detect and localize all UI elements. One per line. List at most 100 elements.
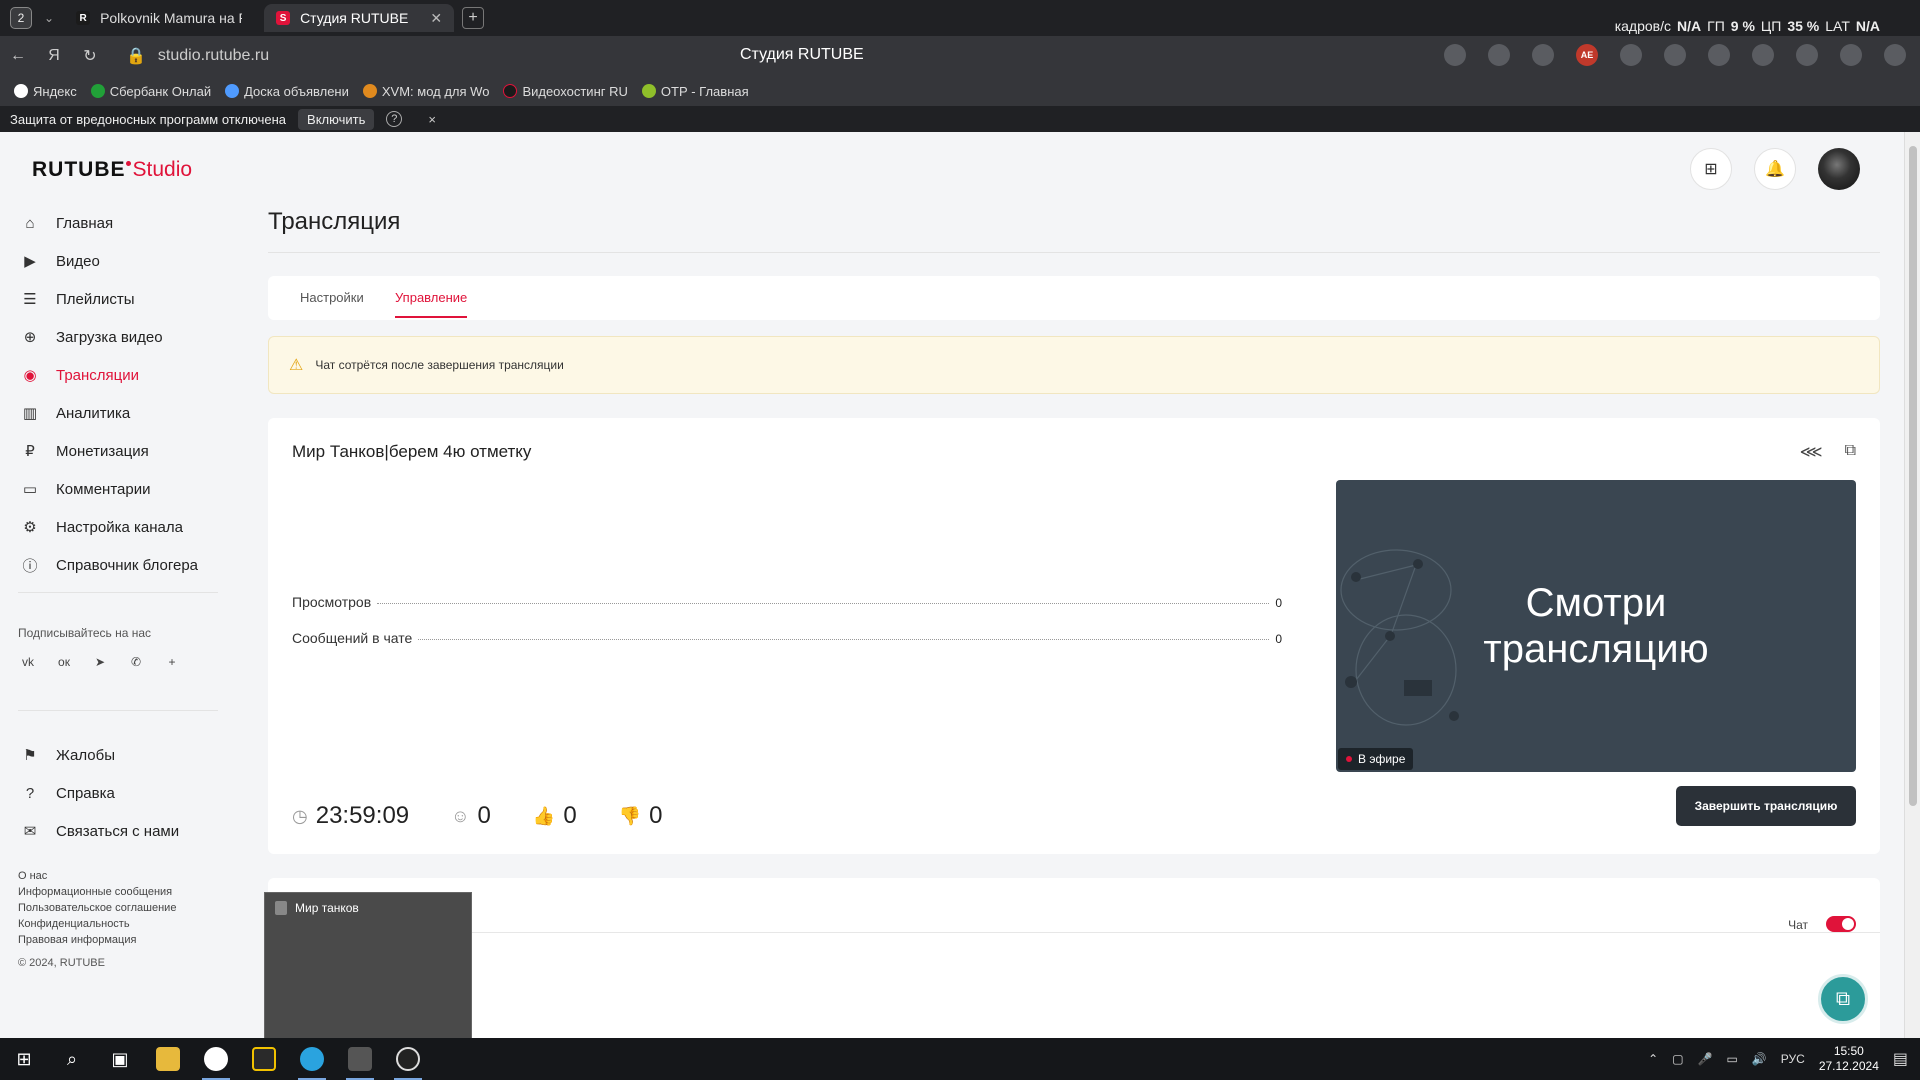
support-chat-button[interactable]: ⧉ (1818, 974, 1868, 1024)
extension-icon[interactable] (1796, 44, 1818, 66)
back-icon[interactable]: ← (0, 47, 36, 65)
browser-tab-1[interactable]: R Polkovnik Mamura на RUT (64, 4, 254, 32)
page-scrollbar[interactable] (1904, 132, 1920, 1038)
add-content-button[interactable]: ⊞ (1690, 148, 1732, 190)
sidebar-item-analytics[interactable]: ▥ Аналитика (20, 394, 198, 432)
adblock-icon[interactable]: AE (1576, 44, 1598, 66)
url-field[interactable]: 🔒 studio.rutube.ru (126, 46, 269, 66)
language-indicator[interactable]: РУС (1781, 1052, 1805, 1066)
chat-toggle[interactable] (1826, 916, 1856, 932)
tab-management[interactable]: Управление (395, 290, 467, 305)
warning-icon: ⚠ (289, 357, 304, 374)
game-center-button[interactable] (336, 1038, 384, 1080)
tab-settings[interactable]: Настройки (300, 290, 364, 305)
bookmark-sber[interactable]: Сбербанк Онлай (90, 84, 211, 99)
extension-icon[interactable] (1708, 44, 1730, 66)
page-title: Трансляция (268, 208, 401, 235)
tray-app-icon[interactable]: ▢ (1672, 1052, 1683, 1066)
viber-icon[interactable]: ✆ (126, 652, 146, 672)
start-button[interactable]: ⊞ (0, 1038, 48, 1080)
footer-link-about[interactable]: О нас (18, 868, 176, 884)
tab-counter[interactable]: 2 (10, 7, 32, 29)
rutube-studio-logo[interactable]: RUTUBE Studio (32, 158, 192, 182)
sidebar-item-broadcasts[interactable]: ◉ Трансляции (20, 356, 198, 394)
close-tab-icon[interactable]: ✕ (430, 10, 442, 27)
reload-icon[interactable]: ↻ (72, 46, 108, 66)
notifications-button[interactable]: 🔔 (1754, 148, 1796, 190)
obs-button[interactable] (384, 1038, 432, 1080)
dotted-leader (418, 639, 1270, 640)
sidebar-item-comments[interactable]: ▭ Комментарии (20, 470, 198, 508)
app-button[interactable] (240, 1038, 288, 1080)
preview-title: Мир танков (275, 901, 359, 915)
notifications-icon[interactable]: ▤ (1893, 1049, 1908, 1069)
chevron-down-icon[interactable]: ⌄ (44, 11, 54, 25)
help-icon[interactable]: ? (386, 111, 403, 127)
extension-icon[interactable] (1620, 44, 1642, 66)
share-icon[interactable]: ⋘ (1800, 442, 1823, 462)
new-tab-button[interactable]: + (462, 7, 485, 29)
stream-preview[interactable]: Смотри трансляцию В эфире (1336, 480, 1856, 772)
network-icon[interactable]: ▭ (1726, 1052, 1737, 1066)
sidebar-item-channel-settings[interactable]: ⚙ Настройка канала (20, 508, 198, 546)
search-button[interactable]: ⌕ (48, 1038, 96, 1080)
bookmark-yandex[interactable]: Яндекс (14, 84, 77, 99)
sidebar-item-home[interactable]: ⌂ Главная (20, 204, 198, 242)
end-stream-button[interactable]: Завершить трансляцию (1676, 786, 1856, 826)
rutube-favicon-icon: R (76, 11, 91, 25)
bookmark-avito[interactable]: Доска объявлени (225, 84, 349, 99)
sidebar-item-monetization[interactable]: ₽ Монетизация (20, 432, 198, 470)
sidebar-item-video[interactable]: ▶ Видео (20, 242, 198, 280)
extension-icon[interactable] (1664, 44, 1686, 66)
messages-value: 0 (1275, 632, 1282, 646)
browser-tab-2[interactable]: S Студия RUTUBE ✕ (264, 4, 455, 32)
studio-favicon-icon: S (276, 11, 291, 25)
tray-chevron-icon[interactable]: ⌃ (1648, 1052, 1658, 1066)
menu-dots-icon[interactable] (1488, 44, 1510, 66)
avatar[interactable] (1818, 148, 1860, 190)
help-icon: ? (25, 784, 35, 802)
yandex-icon[interactable]: Я (36, 47, 72, 65)
collections-icon[interactable] (1840, 44, 1862, 66)
metric-dislikes: 👎 0 (618, 802, 663, 829)
telegram-icon[interactable]: ➤ (90, 652, 110, 672)
footer-link-info[interactable]: Информационные сообщения (18, 884, 176, 900)
download-icon[interactable] (1884, 44, 1906, 66)
ok-icon[interactable]: ок (54, 652, 74, 672)
footer-link-privacy[interactable]: Конфиденциальность (18, 916, 176, 932)
task-view-button[interactable]: ▣ (96, 1038, 144, 1080)
bookmark-icon[interactable] (1444, 44, 1466, 66)
footer-link-legal[interactable]: Правовая информация (18, 932, 176, 948)
yandex-browser-button[interactable] (192, 1038, 240, 1080)
windows-icon: ⊞ (16, 1048, 32, 1069)
sidebar-item-playlists[interactable]: ☰ Плейлисты (20, 280, 198, 318)
analytics-icon: ▥ (22, 405, 38, 422)
metric-viewers: ☺ 0 (451, 802, 491, 829)
external-link-icon[interactable]: ⧉ (1845, 442, 1856, 462)
scrollbar-thumb[interactable] (1909, 146, 1917, 806)
sidebar-item-contact[interactable]: ✉ Связаться с нами (20, 812, 179, 850)
clock[interactable]: 15:50 27.12.2024 (1819, 1044, 1879, 1074)
enable-button[interactable]: Включить (298, 108, 375, 130)
sidebar-item-blogger-guide[interactable]: ⓘ Справочник блогера (20, 546, 198, 584)
extension-icon[interactable] (1752, 44, 1774, 66)
sidebar-item-upload[interactable]: ⊕ Загрузка видео (20, 318, 198, 356)
telegram-button[interactable] (288, 1038, 336, 1080)
volume-icon[interactable]: 🔊 (1752, 1052, 1767, 1066)
gpu-value: 9 % (1730, 18, 1755, 34)
taskbar-window-preview[interactable]: Мир танков (264, 892, 472, 1040)
sidebar-item-complaints[interactable]: ⚑ Жалобы (20, 736, 179, 774)
alice-icon[interactable] (1532, 44, 1554, 66)
close-icon[interactable]: × (428, 112, 436, 127)
broadcast-icon: ◉ (23, 367, 37, 384)
sidebar-item-help[interactable]: ? Справка (20, 774, 179, 812)
bookmark-xvm[interactable]: XVM: мод для Wo (362, 84, 489, 99)
metric-likes: 👍 0 (532, 802, 577, 829)
bookmark-rutube[interactable]: Видеохостинг RU (503, 84, 628, 99)
explorer-button[interactable] (144, 1038, 192, 1080)
more-icon[interactable]: + (162, 652, 182, 672)
vk-icon[interactable]: vk (18, 652, 38, 672)
microphone-icon[interactable]: 🎤 (1698, 1052, 1713, 1066)
bookmark-otr[interactable]: ОТР - Главная (641, 84, 749, 99)
footer-link-agreement[interactable]: Пользовательское соглашение (18, 900, 176, 916)
